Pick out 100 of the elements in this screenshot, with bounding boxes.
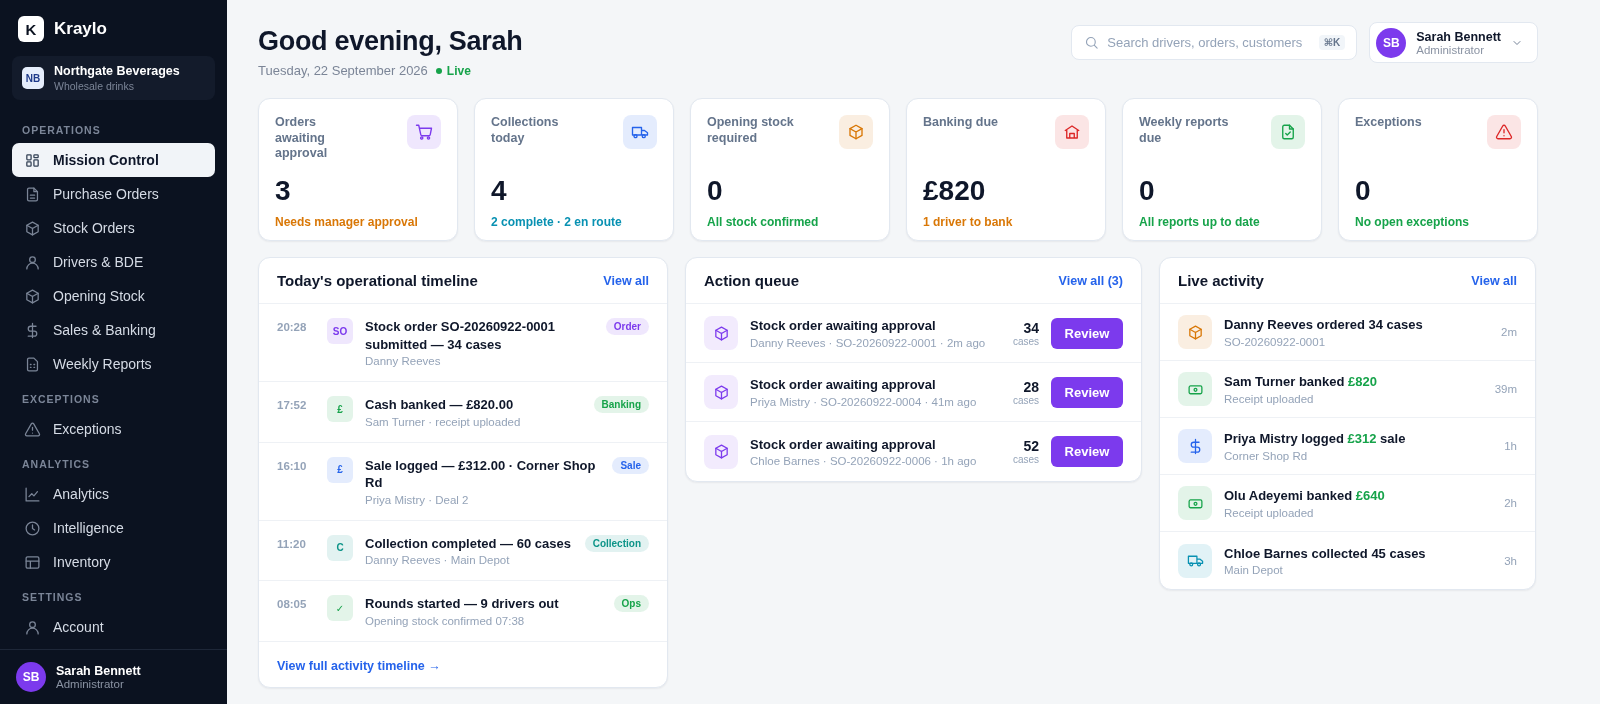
sidebar-item[interactable]: Inventory xyxy=(12,545,215,579)
warning-icon xyxy=(24,420,41,438)
cube-icon xyxy=(24,287,41,305)
activity-title: Priya Mistry logged £312 sale xyxy=(1224,430,1407,448)
view-all-link[interactable]: View all (3) xyxy=(1058,273,1123,288)
live-indicator: Live xyxy=(435,63,471,78)
search-icon xyxy=(1084,35,1100,50)
activity-meta: Corner Shop Rd xyxy=(1224,449,1309,462)
event-icon: £ xyxy=(327,456,353,483)
activity-title: Chloe Barnes collected 45 cases xyxy=(1224,544,1427,563)
user-role: Administrator xyxy=(56,678,125,690)
org-switcher[interactable]: NB Northgate Beverages Wholesale drinks xyxy=(12,56,215,100)
sidebar-item[interactable]: Stock Orders xyxy=(12,211,215,245)
activity-meta: Receipt uploaded xyxy=(1224,392,1315,405)
box-icon xyxy=(24,219,41,237)
org-avatar: NB xyxy=(22,67,44,89)
action-title: Stock order awaiting approval xyxy=(750,435,937,454)
date-text: Tuesday, 22 September 2026 xyxy=(258,63,428,78)
stat-label: Exceptions xyxy=(1355,115,1423,131)
stat-value: 0 xyxy=(1139,175,1156,207)
time-ago: 2h xyxy=(1504,497,1517,509)
sidebar-item[interactable]: Purchase Orders xyxy=(12,177,215,211)
time-ago: 39m xyxy=(1494,383,1517,395)
section-label: ANALYTICS xyxy=(21,457,92,472)
event-title: Collection completed — 60 cases xyxy=(365,534,572,553)
activity-title: Olu Adeyemi banked £640 xyxy=(1224,487,1386,505)
action-meta: Priya Mistry · SO-20260922-0004 · 41m ago xyxy=(750,395,978,408)
sidebar-item[interactable]: Sales & Banking xyxy=(12,313,215,347)
user-role: Administrator xyxy=(1416,43,1485,56)
view-all-link[interactable]: View all xyxy=(1471,273,1517,288)
case-count: 52 xyxy=(1022,438,1039,454)
event-icon: C xyxy=(327,534,353,561)
stat-value: 0 xyxy=(707,175,724,207)
review-button[interactable]: Review xyxy=(1051,317,1123,349)
activity-title: Sam Turner banked £820 xyxy=(1224,373,1378,391)
bank-icon xyxy=(1063,123,1081,141)
sidebar-item[interactable]: Drivers & BDE xyxy=(12,245,215,279)
action-title: Stock order awaiting approval xyxy=(750,317,937,335)
event-icon: ✓ xyxy=(327,595,353,622)
org-name: Northgate Beverages xyxy=(54,64,180,78)
box-icon xyxy=(1186,323,1204,341)
review-button[interactable]: Review xyxy=(1051,376,1123,408)
brand-name: Kraylo xyxy=(54,19,107,39)
user-name: Sarah Bennett xyxy=(1416,29,1501,44)
sidebar-item[interactable]: Intelligence xyxy=(12,511,215,545)
grid-icon xyxy=(24,151,41,169)
user-name: Sarah Bennett xyxy=(56,664,141,678)
stat-note: No open exceptions xyxy=(1355,215,1471,229)
document-icon xyxy=(24,185,41,203)
time-ago: 2m xyxy=(1501,326,1517,338)
event-title: Stock order SO-20260922-0001 submitted — 34 cases xyxy=(365,318,557,354)
event-title: Sale logged — £312.00 · Corner Shop Rd xyxy=(365,456,597,492)
box-icon xyxy=(847,123,865,141)
event-tag: Order xyxy=(605,318,649,335)
sidebar-item[interactable]: Mission Control xyxy=(12,143,215,177)
action-meta: Danny Reeves · SO-20260922-0001 · 2m ago xyxy=(750,336,987,349)
time-text: 20:28 xyxy=(277,320,308,333)
stat-label: Banking due xyxy=(923,115,999,131)
sidebar-item[interactable]: Exceptions xyxy=(12,412,215,446)
time-text: 17:52 xyxy=(277,398,308,412)
review-button[interactable]: Review xyxy=(1051,436,1123,467)
user-avatar: SB xyxy=(16,662,46,692)
section-label: SETTINGS xyxy=(21,590,84,605)
time-text: 08:05 xyxy=(277,597,308,611)
user-menu[interactable]: SB Sarah Bennett Administrator xyxy=(1369,22,1538,63)
page-title: Good evening, Sarah xyxy=(258,26,523,57)
org-subtitle: Wholesale drinks xyxy=(54,80,135,92)
event-tag: Collection xyxy=(584,534,649,552)
sidebar-item[interactable]: Analytics xyxy=(12,477,215,511)
activity-meta: SO-20260922-0001 xyxy=(1224,335,1327,348)
stat-note: 2 complete · 2 en route xyxy=(491,215,623,229)
person-icon xyxy=(24,618,41,636)
section-label: EXCEPTIONS xyxy=(21,392,101,407)
report-icon xyxy=(24,355,41,373)
box-icon xyxy=(712,443,730,460)
event-icon: SO xyxy=(327,318,353,344)
case-unit: cases xyxy=(1012,394,1039,406)
timeline-link[interactable]: View full activity timeline → xyxy=(277,658,441,673)
case-count: 28 xyxy=(1022,378,1039,395)
case-unit: cases xyxy=(1012,335,1039,347)
panel-title: Today's operational timeline xyxy=(277,272,478,289)
event-meta: Danny Reeves xyxy=(365,355,442,368)
stat-label: Collections today xyxy=(491,115,560,147)
time-text: 16:10 xyxy=(277,458,308,472)
stat-value: £820 xyxy=(923,175,987,207)
case-count: 34 xyxy=(1022,319,1039,336)
event-meta: Danny Reeves · Main Depot xyxy=(365,554,511,567)
time-text: 11:20 xyxy=(277,536,307,550)
stat-value: 0 xyxy=(1355,175,1372,207)
view-all-link[interactable]: View all xyxy=(603,273,649,288)
sidebar-item[interactable]: Weekly Reports xyxy=(12,347,215,381)
stat-note: All stock confirmed xyxy=(707,215,820,229)
event-icon: £ xyxy=(327,396,353,423)
activity-meta: Receipt uploaded xyxy=(1224,506,1315,519)
section-label: OPERATIONS xyxy=(21,123,102,138)
time-ago: 3h xyxy=(1504,554,1517,567)
box-icon xyxy=(712,383,730,401)
sidebar-item[interactable]: Opening Stock xyxy=(12,279,215,313)
box-icon xyxy=(712,324,730,342)
sidebar-item[interactable]: Account xyxy=(12,610,215,644)
